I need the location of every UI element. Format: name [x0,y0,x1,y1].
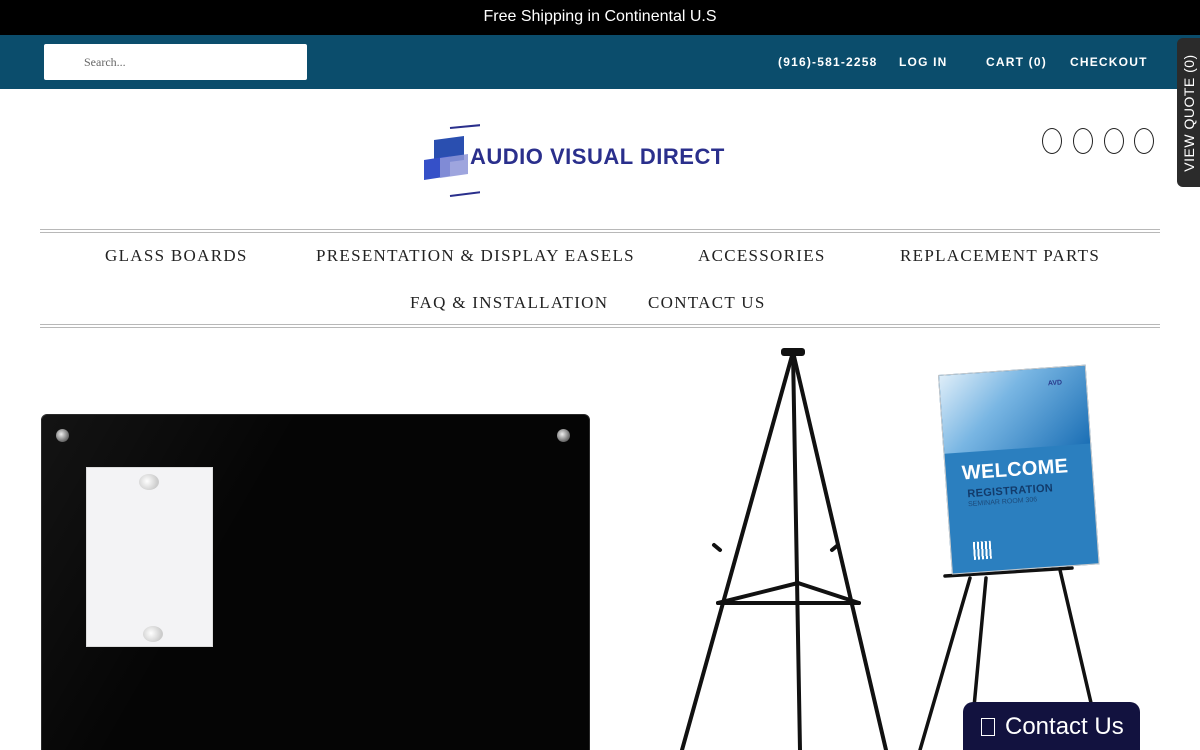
view-quote-label: VIEW QUOTE (0) [1180,53,1197,172]
nav-replacement-parts[interactable]: REPLACEMENT PARTS [900,246,1100,266]
qr-code [972,540,992,560]
announcement-text: Free Shipping in Continental U.S [483,8,717,25]
youtube-icon[interactable] [1134,128,1154,154]
nav-presentation-display-easels[interactable]: PRESENTATION & DISPLAY EASELS [316,246,635,266]
nav-contact-us[interactable]: CONTACT US [648,293,766,313]
top-bar: (916)-581-2258 LOG IN CART (0) CHECKOUT [0,35,1200,89]
login-link[interactable]: LOG IN [899,55,948,69]
checkout-link[interactable]: CHECKOUT [1070,55,1148,69]
nav-accessories[interactable]: ACCESSORIES [698,246,826,266]
welcome-sign-image: AVD WELCOME REGISTRATION SEMINAR ROOM 30… [938,364,1100,575]
view-quote-tab[interactable]: VIEW QUOTE (0) [1177,38,1200,187]
glass-board-image [41,414,590,750]
phone-link[interactable]: (916)-581-2258 [778,55,878,69]
twitter-icon[interactable] [1073,128,1093,154]
chat-icon [981,718,995,736]
sign-brand: AVD [1047,379,1063,388]
contact-us-label: Contact Us [1005,713,1124,740]
standoff-screw [557,429,570,442]
magnet [139,474,159,490]
magnet [143,626,163,642]
announcement-bar: Free Shipping in Continental U.S [0,0,1200,35]
nav-faq-installation[interactable]: FAQ & INSTALLATION [410,293,608,313]
nav-glass-boards[interactable]: GLASS BOARDS [105,246,248,266]
standoff-screw [56,429,69,442]
instagram-icon[interactable] [1104,128,1124,154]
nav-divider-top [40,229,1160,233]
contact-us-widget[interactable]: Contact Us [963,702,1140,750]
pinned-paper [86,467,213,647]
facebook-icon[interactable] [1042,128,1062,154]
logo[interactable]: AUDIO VISUAL DIRECT [420,122,790,200]
logo-text: AUDIO VISUAL DIRECT [470,144,725,169]
nav-divider-bottom [40,324,1160,328]
search-input[interactable] [44,44,307,80]
cart-link[interactable]: CART (0) [986,55,1047,69]
sign-welcome: WELCOME [961,455,1069,485]
